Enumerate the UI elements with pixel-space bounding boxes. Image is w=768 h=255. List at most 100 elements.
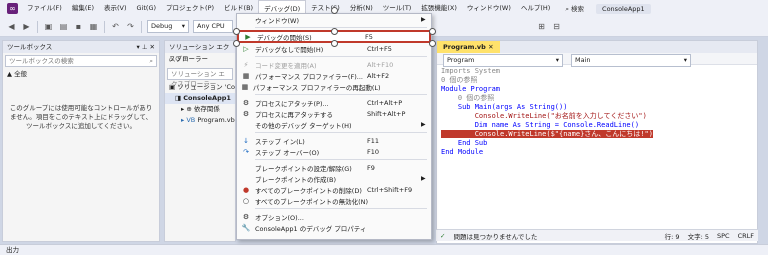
- platform-select[interactable]: Any CPU: [193, 20, 233, 33]
- dependencies-label: 依存関係: [193, 105, 220, 113]
- undo-icon[interactable]: ↶: [109, 20, 122, 33]
- menu-item-label: ステップ イン(L): [255, 137, 305, 146]
- debug-menu-item[interactable]: ○ すべてのブレークポイントの無効化(N): [237, 195, 431, 206]
- debug-menu-item[interactable]: ▦ パフォーマンス プロファイラーの再起動(L): [237, 81, 431, 92]
- toolbox-group-general[interactable]: ▲ 全般: [3, 69, 159, 80]
- menu-item[interactable]: ウィンドウ(W): [462, 0, 516, 18]
- menu-item-label: ステップ オーバー(O): [255, 148, 320, 157]
- menu-separator: [255, 94, 427, 95]
- highlighted-code: Console.WriteLine($"{name}さん、こんにちは!"): [441, 130, 653, 138]
- save-all-icon[interactable]: ▦: [87, 20, 100, 33]
- menu-item-shortcut: Ctrl+Alt+P: [367, 98, 403, 107]
- editor-status-bar: ✓ 問題は見つかりませんでした 行: 9 文字: 5 SPC CRLF: [436, 229, 758, 241]
- menu-item[interactable]: 表示(V): [99, 0, 132, 18]
- solution-explorer-search-input[interactable]: ソリューション エクスプローラー: [167, 68, 233, 88]
- pin-icon[interactable]: ▾ ⊥ ✕: [136, 41, 155, 53]
- debug-menu-item[interactable]: ⚡ コード変更を適用(A) Alt+F10: [237, 59, 431, 70]
- menu-item-label: ブレークポイントの設定/解除(G): [255, 164, 352, 173]
- debug-menu-item[interactable]: その他のデバッグ ターゲット(H) ▶: [237, 119, 431, 130]
- nav-member-value: Main: [575, 56, 591, 64]
- code-lens[interactable]: 0 個の参照: [441, 76, 757, 85]
- back-icon[interactable]: ◀: [5, 20, 18, 33]
- menu-item-icon: ▷: [243, 44, 249, 53]
- toolbar-extra2-icon[interactable]: ⊟: [550, 20, 563, 33]
- nav-class-select[interactable]: Program ▾: [443, 54, 563, 67]
- project-node[interactable]: ◨ ConsoleApp1: [165, 93, 235, 104]
- close-icon[interactable]: ✕: [488, 43, 493, 51]
- issues-status[interactable]: 問題は見つかりませんでした: [453, 231, 537, 241]
- program-file-node[interactable]: ▸ VB Program.vb: [165, 115, 235, 126]
- configuration-select[interactable]: Debug ▾: [147, 20, 189, 33]
- line-indicator: 行: 9: [664, 232, 680, 241]
- menu-item-icon: ▦: [241, 82, 249, 91]
- submenu-arrow-icon: ▶: [421, 175, 426, 182]
- menu-item-shortcut: Alt+F2: [367, 71, 390, 80]
- column-indicator: 文字: 5: [687, 232, 709, 241]
- new-project-icon[interactable]: ▣: [42, 20, 55, 33]
- home-icon[interactable]: ⌂: [169, 55, 173, 63]
- debug-menu-item[interactable]: ⚙ プロセスにアタッチ(P)... Ctrl+Alt+P: [237, 97, 431, 108]
- indent-indicator[interactable]: SPC: [717, 232, 730, 240]
- menu-item[interactable]: ヘルプ(H): [516, 0, 555, 18]
- code-editor[interactable]: Program.vb ✕ Program ▾ Main ▾ Imports Syst…: [436, 40, 758, 244]
- menu-item[interactable]: Git(G): [132, 0, 162, 18]
- debug-menu-item[interactable]: ↓ ステップ イン(L) F11: [237, 135, 431, 146]
- check-icon: ✓: [440, 231, 446, 240]
- debug-menu-item[interactable]: ⚙ オプション(O)...: [237, 211, 431, 222]
- filter-icon[interactable]: ⊞: [183, 55, 188, 63]
- open-folder-icon[interactable]: ▤: [57, 20, 70, 33]
- tab-program-vb[interactable]: Program.vb ✕: [437, 41, 500, 53]
- debug-menu-item[interactable]: 🔧 ConsoleApp1 のデバッグ プロパティ: [237, 222, 431, 233]
- toolbar-extra-icon[interactable]: ⊞: [535, 20, 548, 33]
- project-label: ConsoleApp1: [183, 94, 231, 102]
- vb-file-icon: ▸ VB: [181, 116, 198, 124]
- menu-separator: [255, 132, 427, 133]
- save-icon[interactable]: ▪: [72, 20, 85, 33]
- search-box[interactable]: ⌕ 検索: [561, 3, 588, 14]
- solution-node[interactable]: ▣ ソリューション 'Consol: [165, 82, 235, 93]
- project-icon: ◨: [175, 94, 184, 102]
- menu-item[interactable]: 編集(E): [67, 0, 99, 18]
- debug-menu-item[interactable]: ブレークポイントの作成(B) ▶: [237, 173, 431, 184]
- menu-item-shortcut: F11: [367, 136, 380, 145]
- debug-menu-item[interactable]: ⚙ プロセスに再アタッチする Shift+Alt+P: [237, 108, 431, 119]
- menu-item-icon: ⚙: [242, 109, 250, 118]
- debug-menu-item[interactable]: ウィンドウ(W) ▶: [237, 14, 431, 25]
- menu-item-icon: ●: [242, 185, 250, 194]
- code-line: Module Program: [441, 85, 501, 93]
- toolbox-search-input[interactable]: ツールボックスの検索 ⌕: [5, 55, 157, 67]
- menu-item-label: デバッグの開始(S): [257, 33, 312, 42]
- redo-icon[interactable]: ↷: [124, 20, 137, 33]
- code-line: Dim name As String = Console.ReadLine(): [441, 121, 640, 129]
- debug-menu-item[interactable]: ブレークポイントの設定/解除(G) F9: [237, 162, 431, 173]
- solution-icon: ▣: [169, 83, 178, 91]
- toolbox-panel: ツールボックス ▾ ⊥ ✕ ツールボックスの検索 ⌕ ▲ 全般 このグループには…: [2, 40, 160, 242]
- nav-class-value: Program: [447, 56, 475, 64]
- refresh-icon[interactable]: ⟳: [175, 55, 180, 63]
- debug-menu-item[interactable]: ↷ ステップ オーバー(O) F10: [237, 146, 431, 157]
- solution-explorer-title-bar: ソリューション エクスプローラー: [165, 41, 235, 63]
- menu-item-label: ConsoleApp1 のデバッグ プロパティ: [255, 224, 367, 233]
- submenu-arrow-icon: ▶: [421, 16, 426, 23]
- search-label: 検索: [571, 5, 585, 13]
- menu-item[interactable]: ファイル(F): [22, 0, 67, 18]
- output-label[interactable]: 出力: [6, 246, 19, 254]
- debug-menu-item[interactable]: ● すべてのブレークポイントの削除(D) Ctrl+Shift+F9: [237, 184, 431, 195]
- code-lens[interactable]: 0 個の参照: [441, 94, 757, 103]
- code-area[interactable]: Imports System 0 個の参照 Module Program 0 個…: [437, 65, 757, 157]
- app-name-badge: ConsoleApp1: [596, 3, 651, 14]
- menu-item[interactable]: プロジェクト(P): [161, 0, 219, 18]
- nav-member-select[interactable]: Main ▾: [571, 54, 691, 67]
- selection-handle: [429, 40, 436, 47]
- solution-explorer-panel: ソリューション エクスプローラー ⌂ ⟳ ⊞ ソリューション エクスプローラー …: [164, 40, 236, 242]
- rotate-handle: [331, 7, 338, 14]
- forward-icon[interactable]: ▶: [20, 20, 33, 33]
- solution-label: ソリューション 'Consol: [177, 83, 235, 91]
- debug-menu-item[interactable]: ▦ パフォーマンス プロファイラー(F)... Alt+F2: [237, 70, 431, 81]
- debug-menu-dropdown: ウィンドウ(W) ▶ ▶ デバッグの開始(S) F5 ▷ デバッグなしで開始(H) Ctrl+…: [236, 13, 432, 240]
- chevron-down-icon: ▾: [683, 56, 687, 64]
- line-ending-indicator[interactable]: CRLF: [738, 232, 754, 240]
- output-bar: 出力: [0, 244, 768, 255]
- dependencies-node[interactable]: ▸ ⊕ 依存関係: [165, 104, 235, 115]
- menu-separator: [255, 27, 427, 28]
